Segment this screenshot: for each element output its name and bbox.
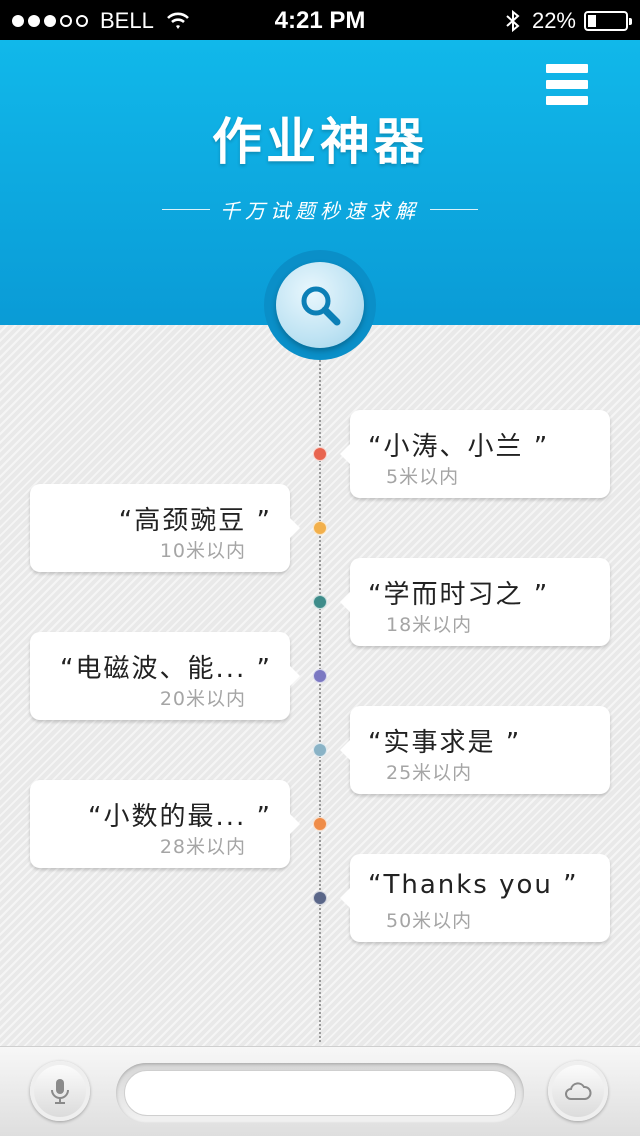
search-button[interactable] xyxy=(276,262,364,348)
timeline-bubble[interactable]: “高颈豌豆 ” 10米以内 xyxy=(30,484,300,572)
bubble-distance-text: 50米以内 xyxy=(386,910,473,932)
bubble-distance-text: 25米以内 xyxy=(386,762,473,784)
timeline-bubble[interactable]: “实事求是 ” 25米以内 xyxy=(340,706,610,794)
timeline-bubble[interactable]: “学而时习之 ” 18米以内 xyxy=(340,558,610,646)
bubble-query-text: “高颈豌豆 ” xyxy=(118,506,272,536)
status-bar: BELL 4:21 PM 22% xyxy=(0,0,640,40)
app-title: 作业神器 xyxy=(212,113,428,171)
bubble-query-text: “学而时习之 ” xyxy=(368,580,550,610)
microphone-button[interactable] xyxy=(30,1061,90,1121)
timeline-dot xyxy=(313,817,327,831)
timeline-dot xyxy=(313,595,327,609)
bubble-query-text: “Thanks you ” xyxy=(368,870,579,900)
message-input[interactable] xyxy=(124,1070,516,1116)
magnifier-icon xyxy=(301,286,341,326)
subtitle-row: 千万试题秒速求解 xyxy=(0,195,640,224)
timeline-line xyxy=(319,360,321,1042)
bottom-bar xyxy=(0,1046,640,1136)
bluetooth-icon xyxy=(506,9,520,33)
bubble-distance-text: 10米以内 xyxy=(159,540,246,562)
battery-percent: 22% xyxy=(531,8,576,33)
bubble-query-text: “小涛、小兰 ” xyxy=(368,432,550,462)
timeline-bubble[interactable]: “电磁波、能... ” 20米以内 xyxy=(30,632,300,720)
battery-icon xyxy=(584,11,632,31)
cloud-icon xyxy=(565,1082,592,1100)
timeline-dot xyxy=(313,447,327,461)
app-subtitle: 千万试题秒速求解 xyxy=(220,199,420,223)
bubble-distance-text: 28米以内 xyxy=(159,836,246,858)
bubble-distance-text: 18米以内 xyxy=(386,614,473,636)
bubble-distance-text: 5米以内 xyxy=(386,466,460,488)
timeline-dot xyxy=(313,669,327,683)
subtitle-divider-right xyxy=(430,209,478,210)
timeline-dot xyxy=(313,521,327,535)
timeline-bubble[interactable]: “小数的最... ” 28米以内 xyxy=(30,780,300,868)
timeline-dot xyxy=(313,891,327,905)
hamburger-menu-icon[interactable] xyxy=(546,64,588,105)
subtitle-divider-left xyxy=(162,209,210,210)
cloud-button[interactable] xyxy=(548,1061,608,1121)
microphone-icon xyxy=(51,1079,69,1104)
bubble-query-text: “小数的最... ” xyxy=(88,802,272,832)
bubble-distance-text: 20米以内 xyxy=(159,688,246,710)
page: BELL 4:21 PM 22% 作业神器 千万试题秒速求解 “小涛、小兰 ” … xyxy=(0,0,640,1136)
timeline-dot xyxy=(313,743,327,757)
timeline-bubble[interactable]: “小涛、小兰 ” 5米以内 xyxy=(340,410,610,498)
bubble-query-text: “电磁波、能... ” xyxy=(60,654,272,684)
timeline-bubble[interactable]: “Thanks you ” 50米以内 xyxy=(340,854,610,942)
battery-fill xyxy=(588,15,596,27)
bubble-query-text: “实事求是 ” xyxy=(368,728,522,758)
message-input-wrap xyxy=(116,1063,524,1123)
status-right: 22% xyxy=(504,8,632,34)
